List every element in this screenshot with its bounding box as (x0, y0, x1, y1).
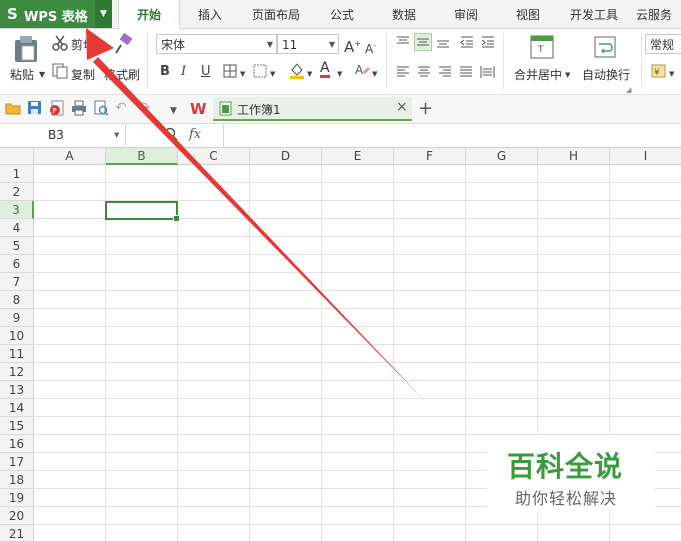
annotation-arrow (86, 28, 426, 402)
